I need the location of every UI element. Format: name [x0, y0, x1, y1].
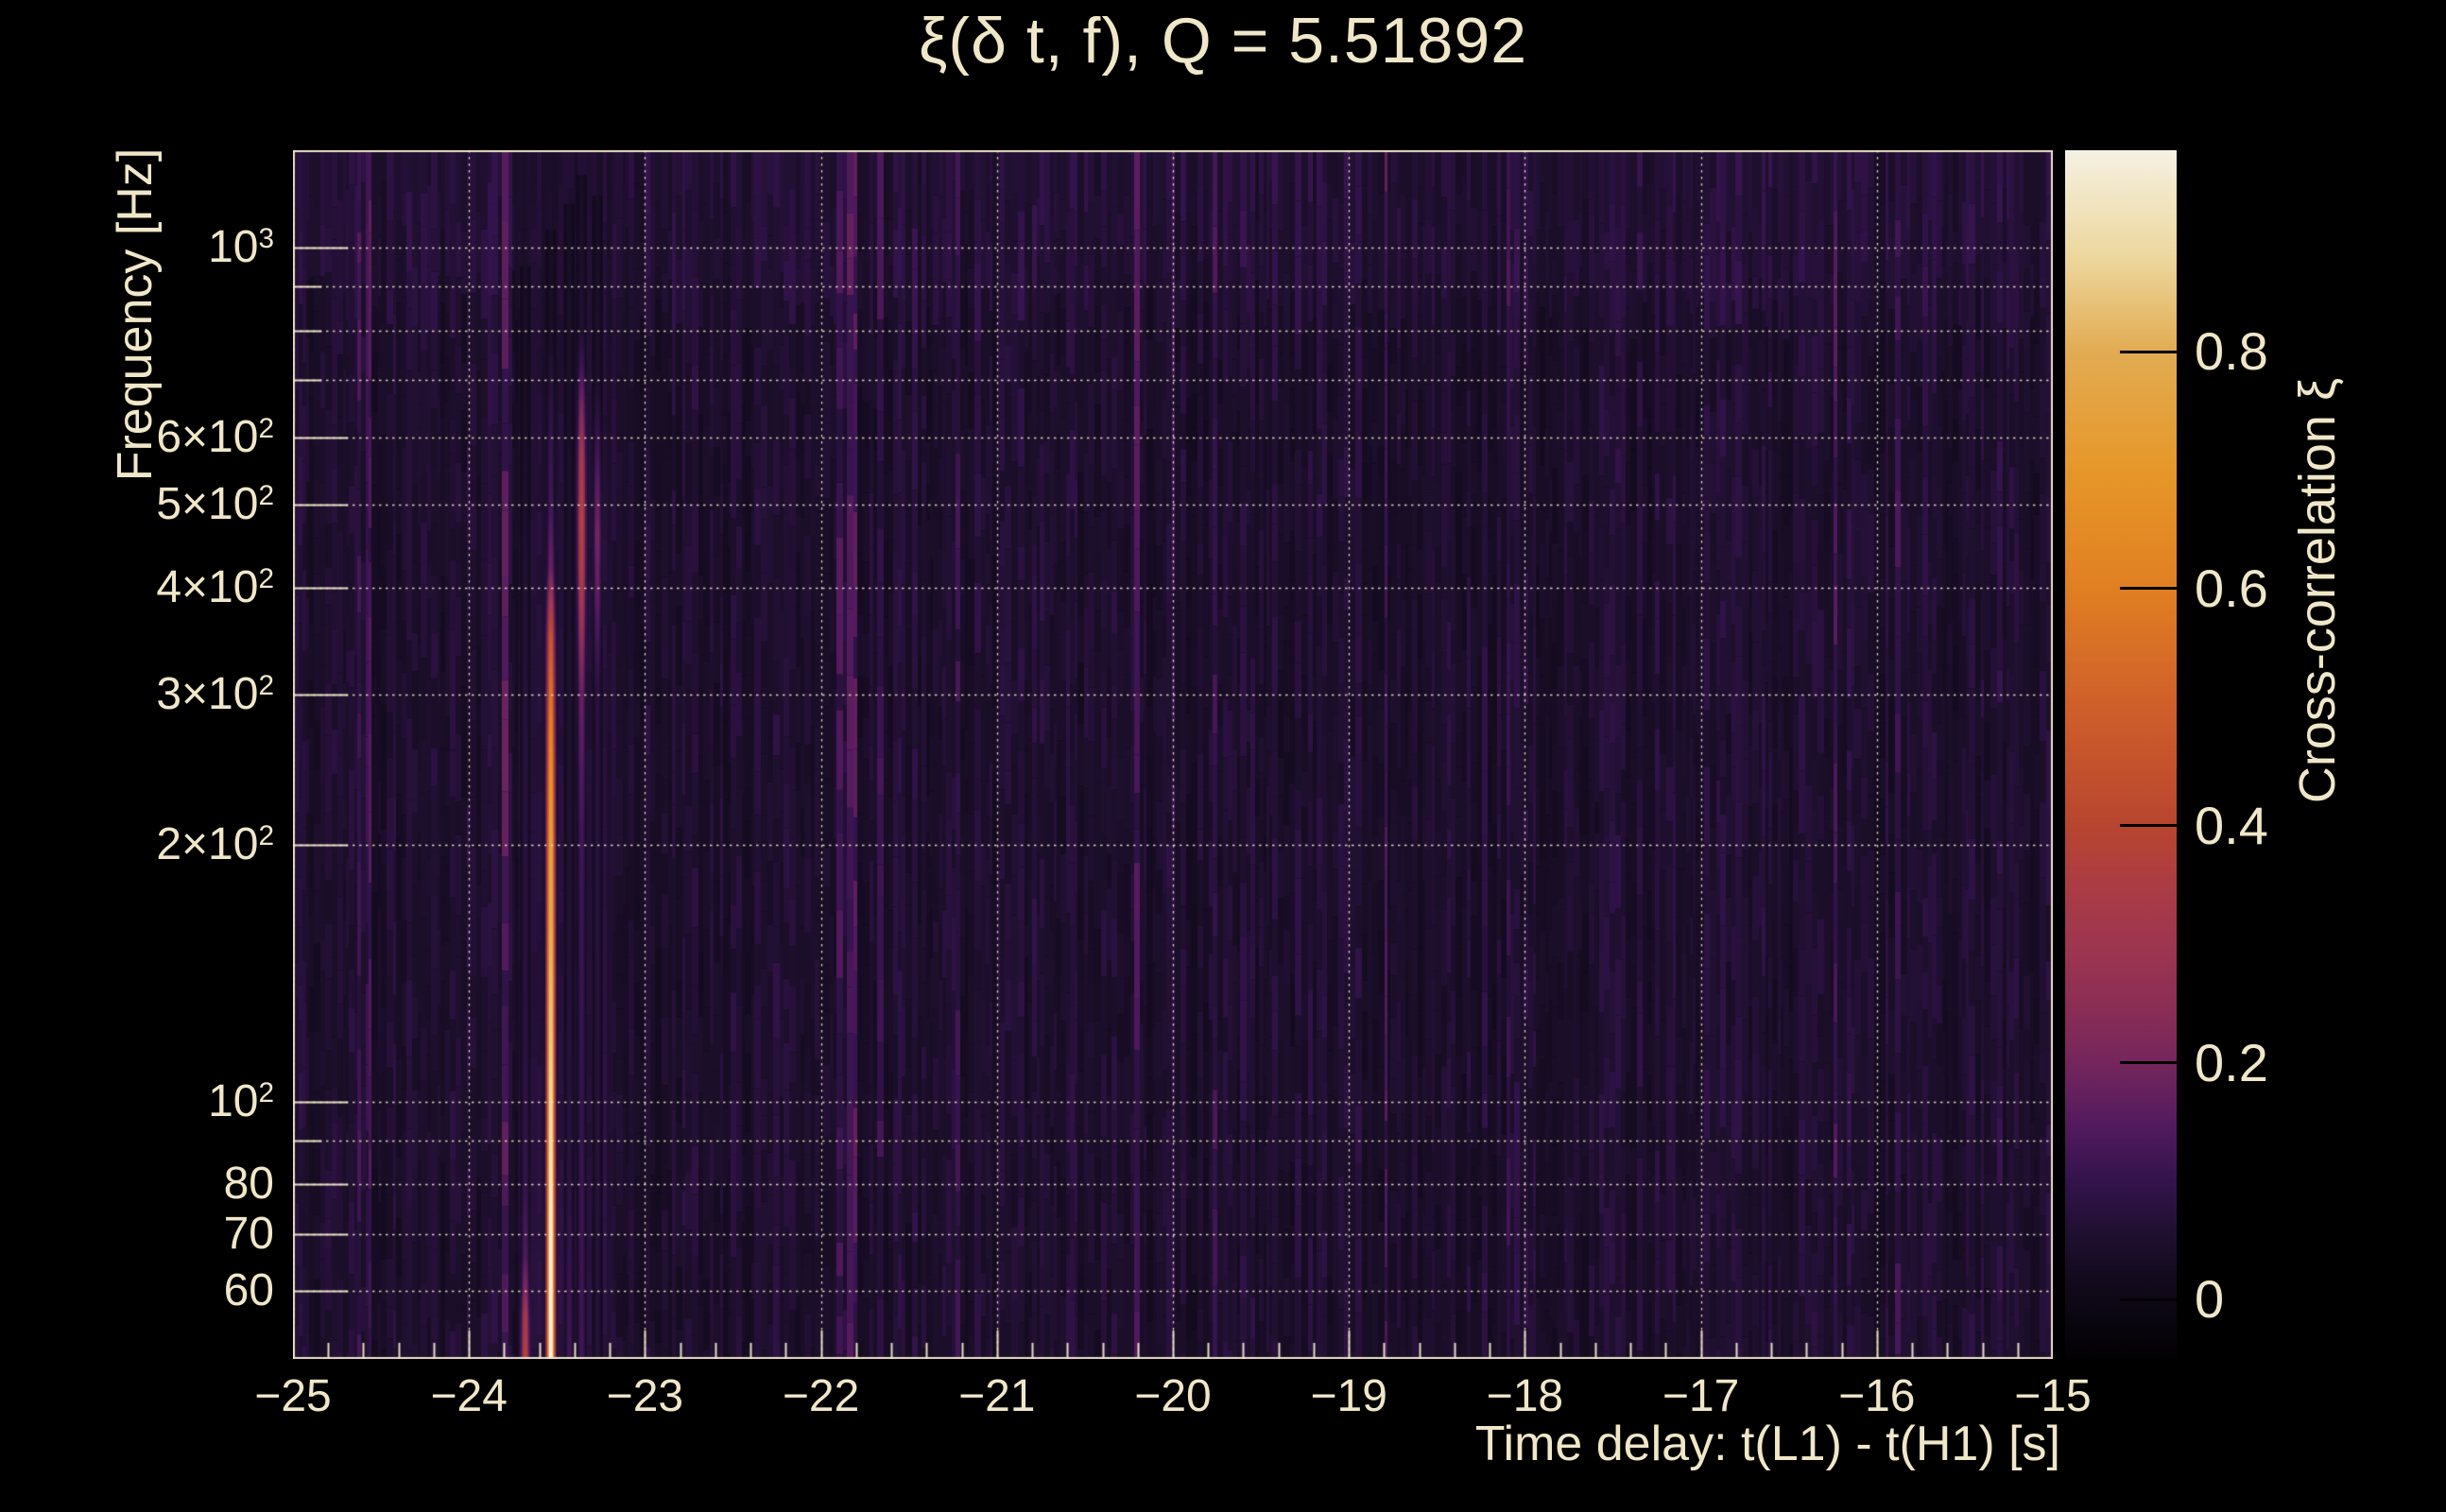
x-tick-label: −19	[1310, 1371, 1387, 1421]
colorbar-gradient	[2065, 150, 2177, 1359]
x-tick-label: −23	[606, 1371, 684, 1421]
y-tick-label: 80	[223, 1159, 274, 1210]
colorbar-tick-label: 0.2	[2195, 1032, 2268, 1092]
y-tick-label: 103	[208, 221, 274, 272]
y-tick-label: 3×102	[156, 668, 274, 719]
colorbar-tick-label: 0.6	[2195, 558, 2268, 618]
y-tick-label: 70	[223, 1208, 274, 1259]
colorbar-tick-mark	[2120, 824, 2177, 828]
x-tick-label: −21	[958, 1371, 1036, 1421]
x-tick-label: −18	[1486, 1371, 1564, 1421]
x-tick-label: −25	[254, 1371, 332, 1421]
x-tick-label: −20	[1134, 1371, 1212, 1421]
y-tick-label: 2×102	[156, 818, 274, 869]
heatmap-plot-area	[293, 150, 2053, 1359]
colorbar-tick-mark	[2120, 587, 2177, 591]
x-axis-title: Time delay: t(L1) - t(H1) [s]	[1474, 1417, 2060, 1471]
x-tick-label: −17	[1662, 1371, 1740, 1421]
chart-title: ξ(δ t, f), Q = 5.51892	[918, 5, 1528, 77]
x-tick-label: −24	[430, 1371, 508, 1421]
colorbar-tick-mark	[2120, 1061, 2177, 1065]
x-tick-label: −22	[782, 1371, 860, 1421]
colorbar-tick-mark	[2120, 350, 2177, 353]
colorbar-tick-mark	[2120, 1297, 2177, 1301]
y-tick-label: 4×102	[156, 561, 274, 612]
colorbar-title: Cross-correlation ξ	[2289, 377, 2346, 804]
x-tick-label: −16	[1838, 1371, 1916, 1421]
qscan-cross-correlation-chart: ξ(δ t, f), Q = 5.51892 Frequency [Hz] Cr…	[0, 0, 2446, 1512]
colorbar-tick-label: 0.4	[2195, 795, 2268, 855]
y-tick-label: 5×102	[156, 479, 274, 530]
colorbar-tick-label: 0	[2195, 1269, 2225, 1330]
y-tick-label: 6×102	[156, 411, 274, 462]
x-tick-label: −15	[2014, 1371, 2092, 1421]
y-tick-label: 60	[223, 1265, 274, 1316]
colorbar-tick-label: 0.8	[2195, 321, 2268, 382]
y-tick-label: 102	[208, 1075, 274, 1126]
